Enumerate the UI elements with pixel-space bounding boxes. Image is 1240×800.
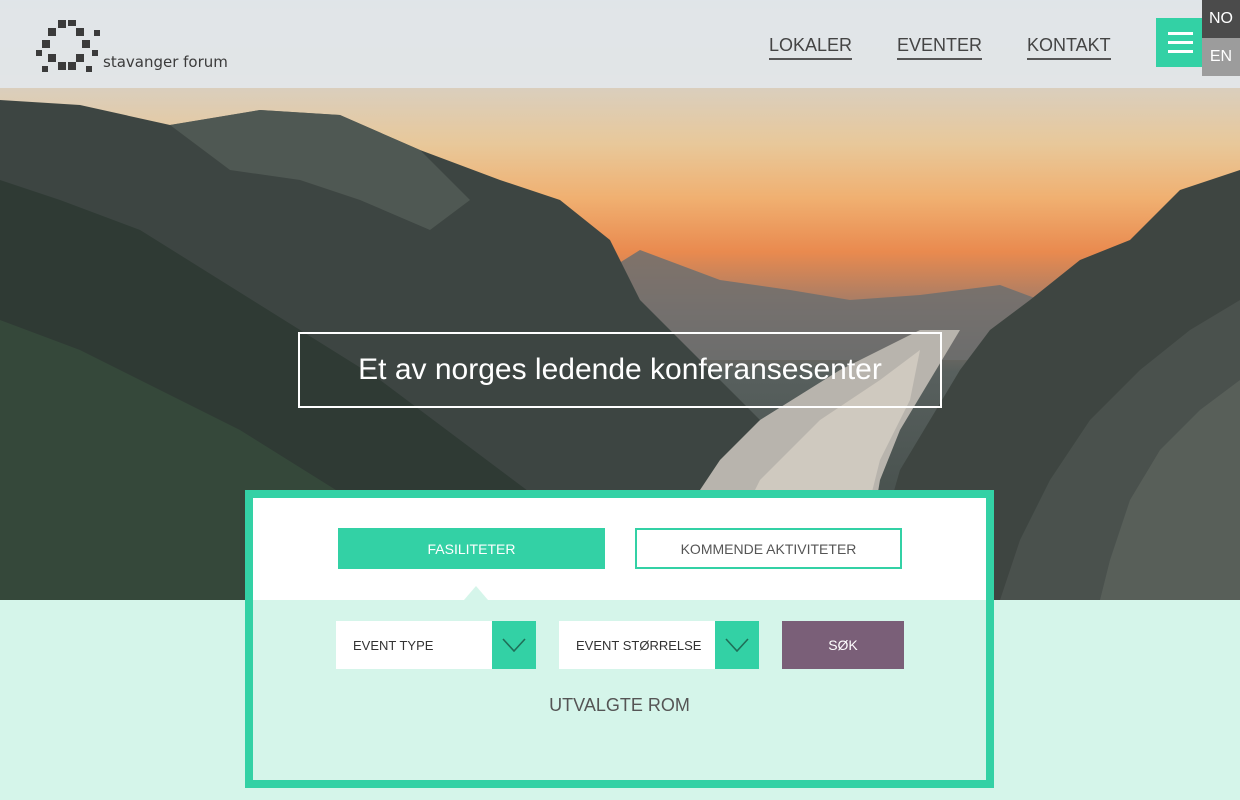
nav-link-kontakt[interactable]: KONTAKT — [1027, 35, 1111, 60]
nav-link-eventer[interactable]: EVENTER — [897, 35, 983, 60]
hamburger-icon-bar — [1168, 50, 1193, 53]
hero-tagline: Et av norges ledende konferansesenter — [298, 332, 942, 408]
tab-fasiliteter[interactable]: FASILITETER — [338, 528, 605, 569]
active-tab-pointer — [464, 586, 488, 600]
event-type-select[interactable]: EVENT TYPE — [336, 621, 536, 669]
search-button[interactable]: SØK — [782, 621, 904, 669]
search-panel-tabs-area: FASILITETER KOMMENDE AKTIVITETER — [253, 498, 986, 600]
chevron-down-icon — [715, 621, 759, 669]
site-header: stavanger forum LOKALER EVENTER KONTAKT … — [0, 0, 1240, 88]
menu-button[interactable] — [1156, 18, 1205, 67]
search-panel: FASILITETER KOMMENDE AKTIVITETER EVENT T… — [245, 490, 994, 788]
language-en-button[interactable]: EN — [1202, 38, 1240, 76]
logo-text: stavanger forum — [103, 53, 228, 71]
hamburger-icon — [1168, 32, 1193, 35]
nav-link-lokaler[interactable]: LOKALER — [769, 35, 853, 60]
gear-logo-icon — [36, 20, 100, 72]
hamburger-icon-bar — [1168, 41, 1193, 44]
event-type-label: EVENT TYPE — [353, 637, 434, 653]
event-size-label: EVENT STØRRELSE — [576, 637, 702, 653]
language-no-button[interactable]: NO — [1202, 0, 1240, 38]
site-logo[interactable]: stavanger forum — [36, 20, 228, 76]
chevron-down-icon — [492, 621, 536, 669]
event-size-select[interactable]: EVENT STØRRELSE — [559, 621, 759, 669]
tab-kommende-aktiviteter[interactable]: KOMMENDE AKTIVITETER — [635, 528, 902, 569]
selected-rooms-heading: UTVALGTE ROM — [549, 695, 690, 715]
